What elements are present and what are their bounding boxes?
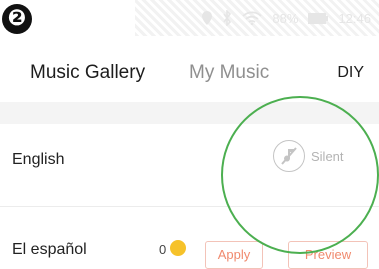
tab-diy[interactable]: DIY [337, 64, 364, 82]
coin-icon [170, 240, 186, 256]
battery-icon [308, 12, 329, 24]
apply-button[interactable]: Apply [205, 241, 263, 269]
language-label: English [12, 151, 65, 168]
muted-music-note-icon [273, 140, 305, 172]
silent-label: Silent [311, 148, 344, 164]
status-bar: 88% 12:46 ❷ [0, 0, 379, 40]
battery-percent: 88% [272, 10, 299, 26]
bluetooth-icon [222, 10, 232, 26]
tab-music-gallery[interactable]: Music Gallery [30, 62, 145, 84]
silent-status[interactable]: Silent [273, 140, 344, 172]
preview-button[interactable]: Preview [288, 241, 368, 269]
location-icon [202, 11, 213, 25]
status-icons: 88% 12:46 [202, 10, 371, 26]
list-item-english[interactable]: English Silent [0, 124, 379, 207]
section-divider [0, 102, 379, 124]
tab-bar: Music Gallery My Music DIY [0, 40, 379, 103]
clock: 12:46 [338, 10, 371, 26]
wifi-icon [242, 11, 263, 25]
step-number-badge: ❷ [2, 4, 32, 34]
language-label: El español [12, 241, 87, 258]
tab-my-music[interactable]: My Music [189, 62, 269, 84]
coin-count: 0 [159, 242, 167, 257]
list-item-espanol[interactable]: El español 0 Apply Preview [0, 207, 379, 269]
